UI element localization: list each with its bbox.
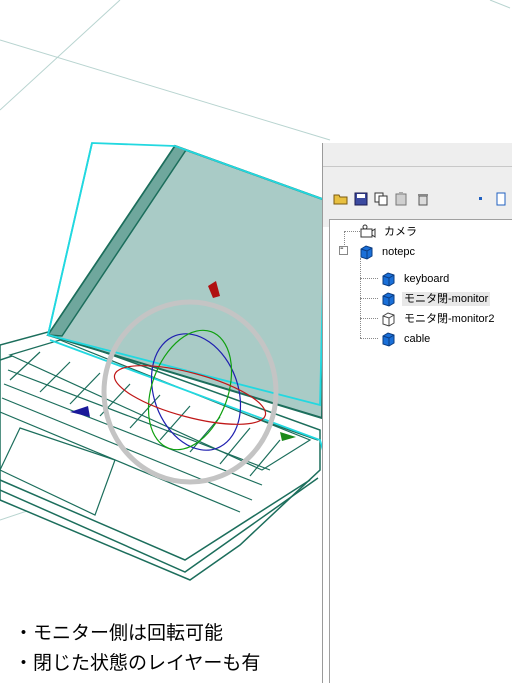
- cube-blue-icon: [360, 245, 373, 260]
- tree-item-label: cable: [404, 333, 431, 345]
- delete-icon[interactable]: [415, 191, 431, 207]
- cube-blue-icon: [382, 292, 395, 307]
- tree-item-label: keyboard: [404, 273, 450, 285]
- tree-item-label: notepc: [382, 246, 416, 258]
- note-line-1: ・モニター側は回転可能: [14, 622, 224, 644]
- note-line-2: ・閉じた状態のレイヤーも有: [14, 652, 261, 674]
- copy-icon[interactable]: [373, 191, 389, 207]
- save-icon[interactable]: [353, 191, 369, 207]
- panel-header: [323, 143, 512, 167]
- object-panel: カメラ - notepc keyboard モニタ閉-monitor モニタ閉-…: [322, 143, 512, 683]
- object-tree[interactable]: カメラ - notepc keyboard モニタ閉-monitor モニタ閉-…: [329, 219, 512, 683]
- tree-item-label: カメラ: [384, 226, 417, 238]
- open-folder-icon[interactable]: [333, 191, 349, 207]
- dot-icon[interactable]: [473, 191, 489, 207]
- collapse-toggle[interactable]: -: [339, 243, 348, 255]
- cube-blue-icon: [382, 272, 395, 287]
- minus-icon: -: [340, 243, 344, 254]
- tree-item-label: モニタ閉-monitor: [402, 292, 491, 306]
- paste-icon[interactable]: [393, 191, 409, 207]
- panel-icon[interactable]: [493, 191, 509, 207]
- cube-blue-icon: [382, 332, 395, 347]
- camera-icon: [360, 224, 376, 238]
- cube-outline-icon: [382, 312, 395, 327]
- tree-item-label: モニタ閉-monitor2: [404, 313, 495, 325]
